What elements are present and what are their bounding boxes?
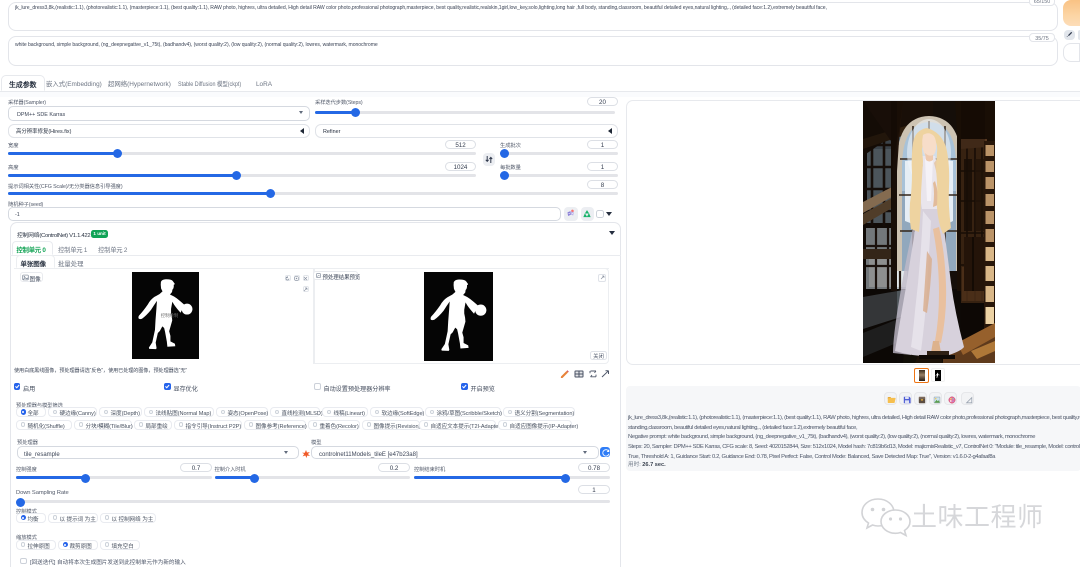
svg-text:控制绘制: 控制绘制: [161, 312, 179, 319]
